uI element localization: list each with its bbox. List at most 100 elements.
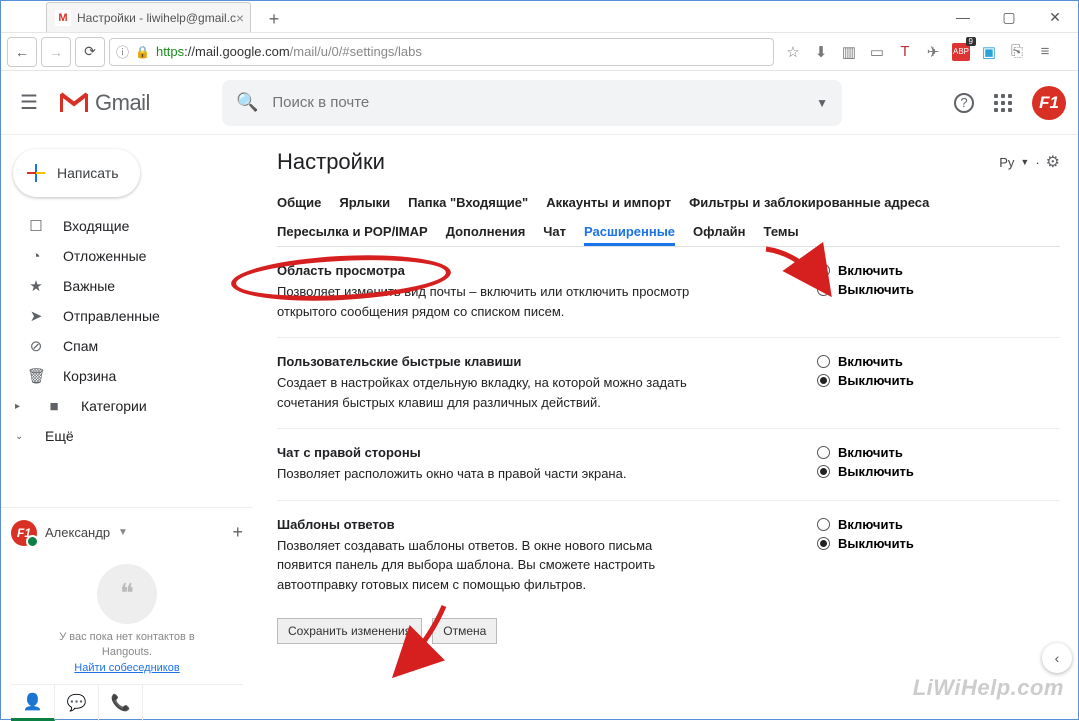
window-minimize-button[interactable]: — xyxy=(940,2,986,32)
page-title: Настройки xyxy=(277,149,385,175)
label-icon: ■ xyxy=(45,398,63,415)
url-field[interactable]: ⓘ 🔒 https://mail.google.com/mail/u/0/#se… xyxy=(109,38,774,66)
sidebar-item-label: Спам xyxy=(63,338,98,354)
hangouts-tab-calls[interactable]: 📞 xyxy=(99,685,143,721)
ext-abp-icon[interactable]: ABP xyxy=(952,43,970,61)
sidebar-item-0[interactable]: ☐Входящие xyxy=(9,211,245,241)
hangouts-find-link[interactable]: Найти собеседников xyxy=(74,662,179,674)
search-icon[interactable]: 🔍 xyxy=(236,92,258,113)
radio-disable[interactable]: Выключить xyxy=(817,464,914,479)
bookmark-icon[interactable]: ☆ xyxy=(784,43,802,61)
sidebar-item-1[interactable]: ◔Отложенные xyxy=(9,241,245,271)
hangouts-user-row[interactable]: F1 Александр ▼ + xyxy=(11,514,243,552)
settings-section-1: Пользовательские быстрые клавишиСоздает … xyxy=(277,338,1060,429)
library-icon[interactable]: ▥ xyxy=(840,43,858,61)
apps-grid-icon[interactable] xyxy=(992,92,1014,114)
radio-disable[interactable]: Выключить xyxy=(817,373,914,388)
sidebar-item-5[interactable]: 🗑Корзина xyxy=(9,361,245,391)
sidebar-item-icon: ➤ xyxy=(27,307,45,325)
browser-tab[interactable]: M Настройки - liwihelp@gmail.c × xyxy=(46,2,251,32)
sidebar-item-icon: ⊘ xyxy=(27,337,45,355)
help-icon[interactable]: ? xyxy=(954,93,974,113)
settings-tab[interactable]: Ярлыки xyxy=(339,195,390,210)
site-info-icon[interactable]: ⓘ xyxy=(116,42,129,61)
radio-icon xyxy=(817,283,830,296)
settings-tab[interactable]: Пересылка и POP/IMAP xyxy=(277,224,428,246)
settings-tab[interactable]: Папка "Входящие" xyxy=(408,195,528,210)
ext-sync-icon[interactable]: ⎘ xyxy=(1008,43,1026,61)
sidebar-item-6[interactable]: ▸■Категории xyxy=(9,391,245,421)
nav-forward-button[interactable]: → xyxy=(41,37,71,67)
url-protocol: https xyxy=(156,44,184,59)
radio-label: Включить xyxy=(838,354,903,369)
gmail-logo[interactable]: Gmail xyxy=(59,90,150,116)
cancel-button[interactable]: Отмена xyxy=(432,618,497,644)
radio-label: Включить xyxy=(838,445,903,460)
radio-label: Выключить xyxy=(838,282,914,297)
sidebar-item-label: Входящие xyxy=(63,218,129,234)
browser-menu-icon[interactable]: ≡ xyxy=(1036,43,1054,61)
settings-section-2: Чат с правой стороныПозволяет расположит… xyxy=(277,429,1060,501)
hangouts-tab-chats[interactable]: 💬 xyxy=(55,685,99,721)
window-close-button[interactable]: ✕ xyxy=(1032,2,1078,32)
settings-main: Настройки Ру▼ · ⚙ Общие Ярлыки Папка "Вход… xyxy=(253,135,1078,721)
chevron-down-icon[interactable]: ▼ xyxy=(118,527,128,538)
radio-label: Выключить xyxy=(838,464,914,479)
search-options-icon[interactable]: ▼ xyxy=(816,96,828,110)
tab-close-icon[interactable]: × xyxy=(236,10,244,26)
plus-icon xyxy=(27,164,45,182)
sidebar-item-2[interactable]: ★Важные xyxy=(9,271,245,301)
main-menu-icon[interactable]: ☰ xyxy=(17,91,41,115)
account-avatar[interactable]: F1 xyxy=(1032,86,1066,120)
tab-title: Настройки - liwihelp@gmail.c xyxy=(77,11,236,25)
settings-tab[interactable]: Офлайн xyxy=(693,224,746,246)
ext-t-icon[interactable]: T xyxy=(896,43,914,61)
radio-label: Включить xyxy=(838,517,903,532)
settings-tab[interactable]: Аккаунты и импорт xyxy=(546,195,671,210)
settings-tab[interactable]: Расширенные xyxy=(584,224,675,246)
radio-icon xyxy=(817,537,830,550)
hangouts-empty-text: У вас пока нет контактов в Hangouts. Най… xyxy=(11,630,243,676)
new-tab-button[interactable]: + xyxy=(261,6,287,32)
window-maximize-button[interactable]: ▢ xyxy=(986,2,1032,32)
scroll-hint-button[interactable]: ‹ xyxy=(1042,643,1072,673)
radio-enable[interactable]: Включить xyxy=(817,445,914,460)
radio-enable[interactable]: Включить xyxy=(817,354,914,369)
nav-back-button[interactable]: ← xyxy=(7,37,37,67)
search-input[interactable] xyxy=(272,94,816,111)
sidebar-item-label: Отправленные xyxy=(63,308,160,324)
settings-tab[interactable]: Фильтры и заблокированные адреса xyxy=(689,195,929,210)
radio-label: Включить xyxy=(838,263,903,278)
radio-disable[interactable]: Выключить xyxy=(817,282,914,297)
language-selector[interactable]: Ру▼ · ⚙ xyxy=(999,152,1060,172)
sidebar-item-7[interactable]: ⌄Ещё xyxy=(9,421,245,451)
settings-tab[interactable]: Дополнения xyxy=(446,224,526,246)
sidebar-item-label: Ещё xyxy=(45,428,74,444)
save-button[interactable]: Сохранить изменения xyxy=(277,618,422,644)
nav-reload-button[interactable]: ⟳ xyxy=(75,37,105,67)
gear-icon[interactable]: ⚙ xyxy=(1046,152,1060,172)
watermark: LiWiHelp.com xyxy=(913,675,1064,701)
radio-disable[interactable]: Выключить xyxy=(817,536,914,551)
search-bar[interactable]: 🔍 ▼ xyxy=(222,80,842,126)
radio-enable[interactable]: Включить xyxy=(817,517,914,532)
radio-label: Выключить xyxy=(838,536,914,551)
sidebar-item-3[interactable]: ➤ Отправленные xyxy=(9,301,245,331)
compose-button[interactable]: Написать xyxy=(13,149,140,197)
settings-tab[interactable]: Темы xyxy=(764,224,799,246)
sidebar: Написать ☐Входящие◔Отложенные★Важные ➤ Отп… xyxy=(1,135,253,721)
hangouts-new-chat-icon[interactable]: + xyxy=(232,522,243,543)
radio-enable[interactable]: Включить xyxy=(817,263,914,278)
toolbar-extension-icons: ☆ ⬇ ▥ ▭ T ✈ ABP ▣ ⎘ ≡ xyxy=(784,43,1054,61)
sidebar-item-4[interactable]: ⊘ Спам xyxy=(9,331,245,361)
settings-tab[interactable]: Чат xyxy=(543,224,566,246)
settings-tabs-row1: Общие Ярлыки Папка "Входящие" Аккаунты и им… xyxy=(277,195,1060,210)
ext-camera-icon[interactable]: ▣ xyxy=(980,43,998,61)
reader-icon[interactable]: ▭ xyxy=(868,43,886,61)
ext-plane-icon[interactable]: ✈ xyxy=(924,43,942,61)
download-icon[interactable]: ⬇ xyxy=(812,43,830,61)
tab-favicon: M xyxy=(55,10,71,26)
hangouts-panel: F1 Александр ▼ + ❝ У вас пока нет контак… xyxy=(1,507,253,721)
hangouts-tab-contacts[interactable]: 👤 xyxy=(11,685,55,721)
settings-tab[interactable]: Общие xyxy=(277,195,321,210)
